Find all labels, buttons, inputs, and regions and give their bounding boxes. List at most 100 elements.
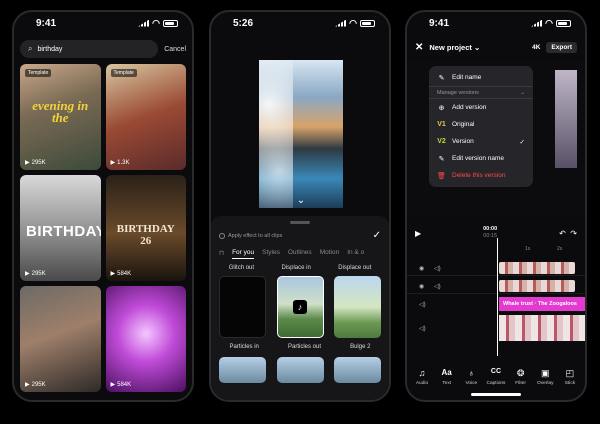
tab-styles[interactable]: Styles [262, 249, 280, 259]
menu-edit-name[interactable]: ✎ Edit name [429, 69, 533, 86]
status-time: 5:26 [233, 17, 254, 29]
sparkle-effect [259, 60, 293, 208]
ruler-label: 1s [525, 246, 531, 252]
video-frame [555, 70, 577, 168]
tool-label: Overlay [537, 381, 554, 386]
pencil-icon: ✎ [438, 74, 445, 82]
video-preview[interactable]: ⌄ [259, 60, 343, 208]
apply-all-radio[interactable] [219, 232, 225, 239]
menu-label: Edit version name [452, 155, 505, 162]
track-row: ◁) [407, 314, 585, 342]
effect-thumb-particles-out[interactable]: ♪ [276, 276, 324, 338]
phone-effects: 5:26 ◠ ⌄ Apply effect to all clips ✓ ⊓ F… [209, 10, 391, 402]
home-indicator [471, 393, 521, 396]
close-icon[interactable]: ✕ [415, 42, 423, 53]
use-count: 295K [31, 270, 46, 277]
template-tile[interactable]: ▶ 295K [20, 286, 101, 392]
effect-label: Displace out [338, 265, 372, 271]
menu-version-original[interactable]: V1 Original [429, 116, 533, 133]
tab-in-out[interactable]: In & o [347, 249, 364, 259]
plus-circle-icon: ⊕ [438, 104, 445, 112]
tab-outlines[interactable]: Outlines [288, 249, 312, 259]
playhead[interactable] [497, 238, 498, 356]
music-note-icon: ♫ [418, 368, 426, 378]
tool-label: Audio [415, 381, 429, 386]
tool-sticker[interactable]: ◰ Stick [559, 368, 581, 386]
export-button[interactable]: Export [546, 41, 577, 53]
status-bar: 5:26 ◠ [211, 12, 389, 34]
manage-versions-header[interactable]: Manage versions ⌄ [429, 86, 533, 99]
eye-icon[interactable]: ◉ [419, 283, 424, 290]
wifi-icon: ◠ [152, 17, 160, 28]
tile-overlay-text: BIRTHDAY [26, 223, 101, 240]
template-tile[interactable]: BIRTHDAY 26 ▶ 584K [105, 175, 186, 281]
speaker-icon[interactable]: ◁) [434, 265, 441, 272]
editor-toolbar: ♫ Audio Aa Text ♁ Voice CC Captions ❂ Filter … [411, 368, 581, 386]
search-value: birthday [37, 45, 63, 53]
search-input[interactable]: ⌕ birthday [20, 40, 159, 58]
battery-icon [360, 19, 375, 27]
effect-thumb-particles-in[interactable] [219, 276, 266, 338]
chevron-down-icon[interactable]: ⌄ [297, 195, 305, 206]
menu-edit-version-name[interactable]: ✎ Edit version name [429, 150, 533, 167]
speaker-icon[interactable]: ◁) [434, 283, 441, 290]
template-tile[interactable]: ▶ 584K [105, 286, 186, 392]
eye-icon[interactable]: ◉ [419, 265, 424, 272]
confirm-check-icon[interactable]: ✓ [373, 230, 381, 241]
undo-icon[interactable]: ↶ [559, 229, 566, 238]
track-row: ◉ ◁) [407, 260, 585, 276]
overlay-icon: ▣ [541, 368, 550, 378]
effect-label: Displace in [281, 265, 311, 271]
tab-motion[interactable]: Motion [320, 249, 340, 259]
video-clip[interactable] [499, 280, 575, 292]
menu-label: Add version [452, 104, 487, 111]
speaker-icon[interactable]: ◁) [419, 301, 426, 308]
play-icon[interactable]: ▶ [415, 229, 421, 238]
project-title-dropdown[interactable]: New project ⌄ [429, 43, 526, 52]
timeline-ruler: 1s 2s [407, 244, 585, 254]
template-tile[interactable]: BIRTHDAY ▶ 295K [20, 175, 101, 281]
main-video-clip[interactable] [499, 315, 585, 341]
effect-tabs: ⊓ For you Styles Outlines Motion In & o [211, 241, 389, 259]
wifi-icon: ◠ [545, 17, 553, 28]
video-clip[interactable] [499, 262, 575, 274]
speaker-icon[interactable]: ◁) [419, 325, 426, 332]
tool-audio[interactable]: ♫ Audio [411, 368, 433, 386]
signal-icon [335, 19, 347, 27]
track-row: ◉ ◁) [407, 278, 585, 294]
redo-icon[interactable]: ↷ [570, 229, 577, 238]
play-icon: ▶ [25, 271, 30, 277]
menu-delete-version[interactable]: 🗑 Delete this version [429, 167, 533, 184]
tool-text[interactable]: Aa Text [436, 368, 458, 386]
template-grid: Template evening in the ▶ 295K Template ▶… [20, 64, 186, 392]
caption-clip[interactable]: Whale trust · The Zoogaloos [499, 297, 585, 311]
use-count: 584K [117, 381, 132, 388]
filter-icon: ❂ [516, 368, 525, 378]
menu-label: Version [452, 138, 474, 145]
template-tile[interactable]: Template ▶ 1.3K [105, 64, 186, 170]
effect-thumb[interactable] [276, 357, 324, 383]
tool-captions[interactable]: CC Captions [485, 368, 507, 386]
cancel-button[interactable]: Cancel [164, 46, 186, 53]
menu-add-version[interactable]: ⊕ Add version [429, 99, 533, 116]
bookmark-icon[interactable]: ⊓ [219, 249, 224, 259]
section-label: Manage versions [437, 89, 479, 96]
effect-thumb[interactable] [219, 357, 266, 383]
menu-label: Edit name [452, 74, 482, 81]
battery-icon [163, 19, 178, 27]
menu-version-current[interactable]: V2 Version ✓ [429, 133, 533, 150]
status-time: 9:41 [429, 17, 450, 29]
play-icon: ▶ [110, 382, 116, 388]
resolution-selector[interactable]: 4K [532, 44, 540, 51]
use-count: 295K [31, 381, 46, 388]
tool-filter[interactable]: ❂ Filter [510, 368, 532, 386]
tool-voice[interactable]: ♁ Voice [460, 368, 482, 386]
signal-icon [531, 19, 543, 27]
tab-for-you[interactable]: For you [232, 249, 255, 259]
pencil-icon: ✎ [438, 155, 445, 163]
effect-thumb[interactable] [334, 357, 381, 383]
effect-thumb-bulge[interactable] [334, 276, 381, 338]
template-tile[interactable]: Template evening in the ▶ 295K [20, 64, 101, 170]
tool-overlay[interactable]: ▣ Overlay [534, 368, 556, 386]
phone-editor: 9:41 ◠ ✕ New project ⌄ 4K Export ✎ Edit n… [405, 10, 587, 402]
